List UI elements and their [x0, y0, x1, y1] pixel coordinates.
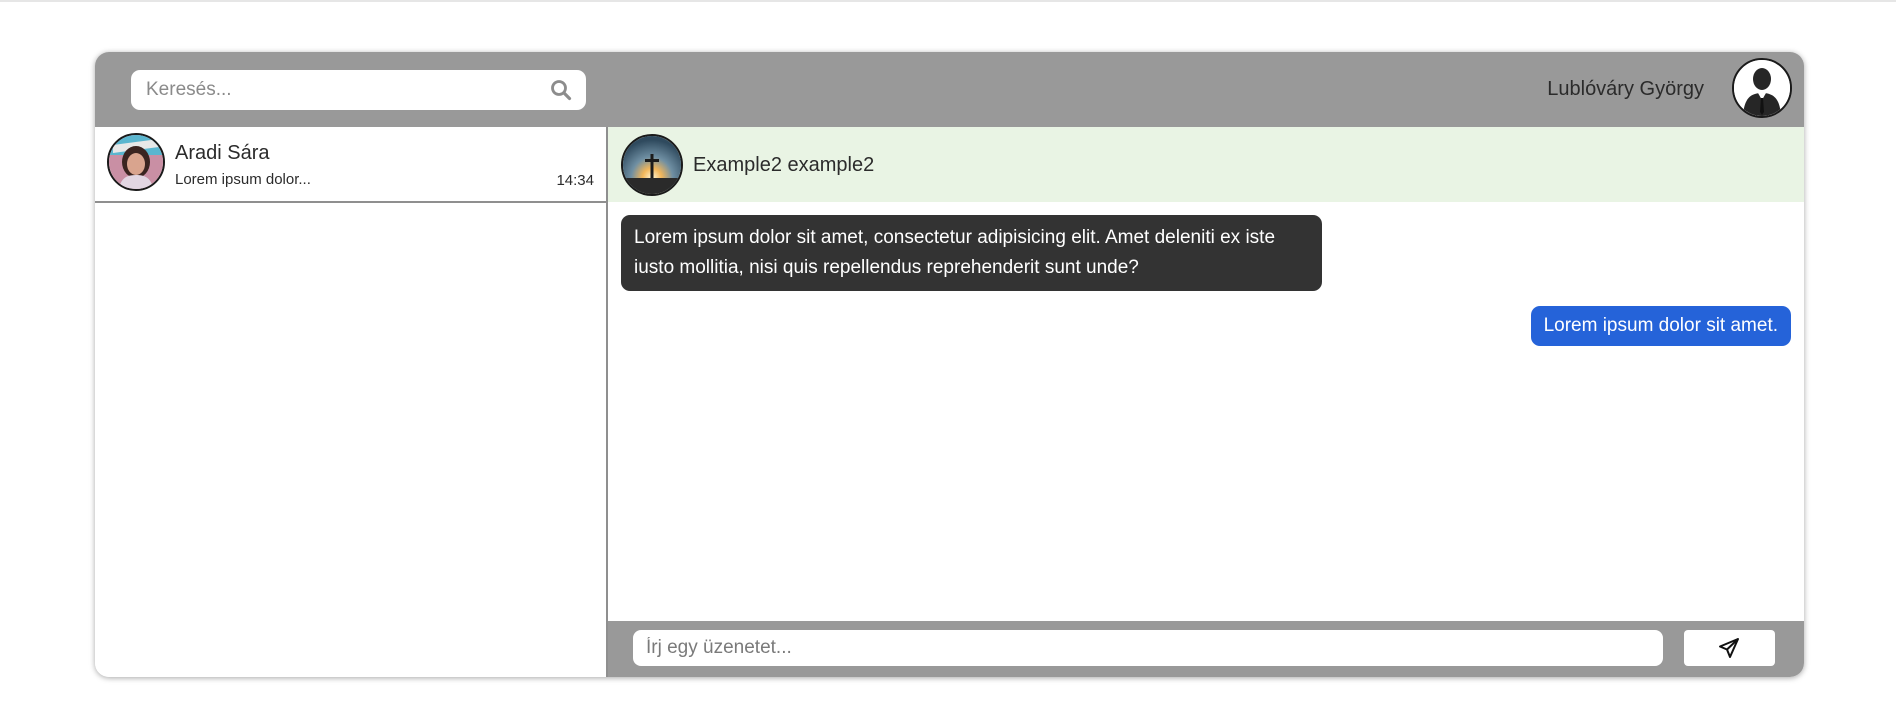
- chat-contact-avatar: [621, 134, 683, 196]
- message-list: Lorem ipsum dolor sit amet, consectetur …: [608, 202, 1804, 622]
- chat-header: Example2 example2: [608, 127, 1804, 202]
- conversation-item[interactable]: Aradi Sára Lorem ipsum dolor... 14:34: [95, 127, 606, 203]
- incoming-message: Lorem ipsum dolor sit amet, consectetur …: [621, 215, 1322, 291]
- chat-panel: Example2 example2 Lorem ipsum dolor sit …: [608, 127, 1804, 677]
- top-divider: [0, 0, 1896, 2]
- last-message-preview: Lorem ipsum dolor...: [175, 171, 311, 188]
- app-header: Lublóváry György: [95, 52, 1804, 127]
- current-user-avatar[interactable]: [1732, 58, 1792, 118]
- send-button[interactable]: [1684, 630, 1775, 666]
- search-box[interactable]: [131, 70, 586, 110]
- current-user-name: Lublóváry György: [1547, 78, 1704, 100]
- person-silhouette-icon: [1734, 60, 1790, 116]
- message-composer: [608, 621, 1804, 677]
- outgoing-message: Lorem ipsum dolor sit amet.: [1530, 306, 1791, 346]
- search-icon[interactable]: [550, 79, 572, 101]
- contact-name: Aradi Sára: [175, 142, 270, 164]
- last-message-time: 14:34: [556, 172, 594, 189]
- search-input[interactable]: [131, 70, 531, 110]
- contact-avatar: [107, 133, 165, 191]
- paper-plane-icon: [1719, 638, 1739, 658]
- chat-app-window: Lublóváry György: [95, 52, 1804, 677]
- message-input[interactable]: [633, 630, 1663, 666]
- chat-contact-name: Example2 example2: [693, 154, 875, 176]
- conversation-list: Aradi Sára Lorem ipsum dolor... 14:34: [95, 127, 608, 677]
